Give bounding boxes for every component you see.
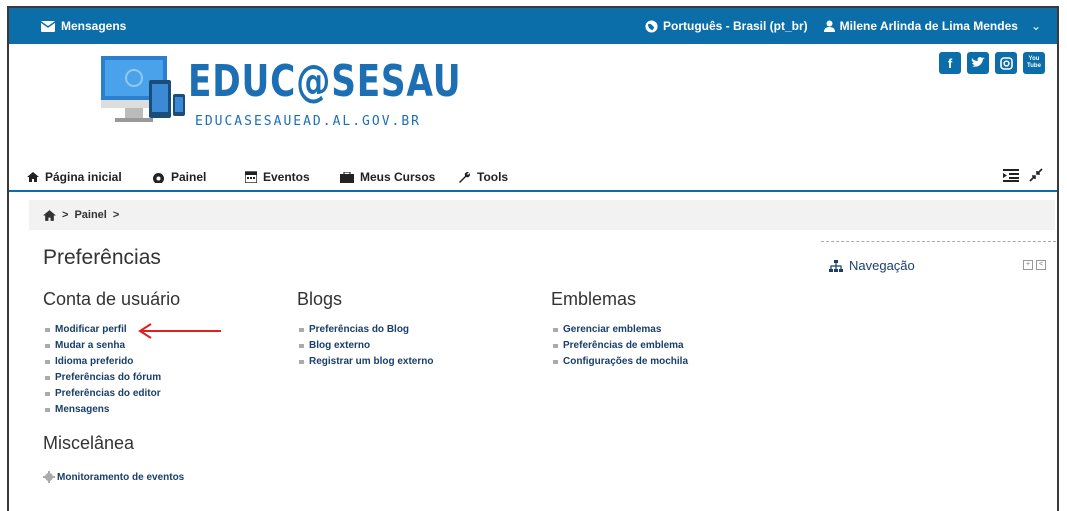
twitter-icon[interactable] [967, 52, 989, 74]
site-logo[interactable]: EDUC@SESAU EDUCASESAUEAD.AL.GOV.BR [97, 56, 461, 136]
language-selector[interactable]: Português - Brasil (pt_br) [645, 19, 808, 33]
link-messages[interactable]: Mensagens [45, 402, 161, 418]
link-preferred-language[interactable]: Idioma preferido [45, 354, 161, 370]
navigation-block-label: Navegação [849, 258, 915, 273]
breadcrumb-separator: > [62, 209, 69, 221]
chevron-down-icon: ⌄ [1030, 19, 1041, 33]
envelope-icon [41, 20, 55, 32]
globe-icon [645, 19, 658, 33]
top-bar: Mensagens Português - Brasil (pt_br) Mil… [9, 8, 1057, 44]
breadcrumb: > Painel > [29, 200, 1055, 230]
messages-label: Mensagens [61, 19, 127, 33]
calendar-icon [245, 171, 257, 183]
blog-links: Preferências do Blog Blog externo Regist… [299, 322, 433, 370]
link-change-password[interactable]: Mudar a senha [45, 338, 161, 354]
instagram-icon[interactable] [995, 52, 1017, 74]
navigation-block: Navegação + < [821, 241, 1056, 282]
nav-item-label: Tools [477, 170, 509, 184]
sitemap-icon [829, 259, 843, 272]
user-name: Milene Arlinda de Lima Mendes [839, 19, 1018, 33]
link-event-monitoring[interactable]: Monitoramento de eventos [43, 471, 184, 483]
youtube-label: You Tube [1027, 56, 1041, 69]
link-event-monitoring-label: Monitoramento de eventos [57, 471, 185, 483]
link-external-blog[interactable]: Blog externo [299, 338, 433, 354]
social-links: f You Tube [939, 52, 1045, 74]
link-manage-badges[interactable]: Gerenciar emblemas [553, 322, 688, 338]
navigation-block-title[interactable]: Navegação [829, 258, 915, 273]
user-icon [823, 20, 835, 32]
red-arrow-annotation [138, 323, 221, 339]
link-editor-preferences[interactable]: Preferências do editor [45, 386, 161, 402]
indent-icon[interactable] [1003, 168, 1019, 182]
messages-link[interactable]: Mensagens [41, 19, 126, 33]
section-title-blogs: Blogs [297, 289, 343, 309]
dock-block-icon[interactable]: + [1023, 260, 1033, 270]
nav-item-label: Meus Cursos [360, 170, 436, 184]
main-nav: Página inicial Painel Eventos Meus Curso… [9, 166, 1057, 190]
nav-divider [9, 190, 1057, 192]
link-badge-preferences[interactable]: Preferências de emblema [553, 338, 688, 354]
gear-icon [43, 471, 55, 483]
breadcrumb-item-dashboard[interactable]: Painel [74, 209, 106, 221]
logo-subtitle: EDUCASESAUEAD.AL.GOV.BR [195, 114, 422, 129]
nav-item-events[interactable]: Eventos [245, 170, 310, 184]
nav-item-home[interactable]: Página inicial [27, 170, 122, 184]
briefcase-icon [340, 171, 354, 183]
home-icon[interactable] [43, 209, 56, 221]
nav-item-label: Painel [171, 170, 207, 184]
wrench-icon [459, 172, 470, 183]
language-label: Português - Brasil (pt_br) [662, 19, 808, 33]
nav-item-label: Eventos [263, 170, 310, 184]
nav-item-my-courses[interactable]: Meus Cursos [340, 170, 435, 184]
computer-logo-icon [101, 56, 185, 122]
logo-title: EDUC@SESAU [188, 56, 462, 107]
section-title-account: Conta de usuário [43, 289, 181, 309]
nav-item-tools[interactable]: Tools [458, 170, 508, 184]
link-backpack-settings[interactable]: Configurações de mochila [553, 354, 688, 370]
breadcrumb-separator: > [112, 209, 120, 221]
badge-links: Gerenciar emblemas Preferências de emble… [553, 322, 688, 370]
facebook-icon[interactable]: f [939, 52, 961, 74]
browser-frame: Mensagens Português - Brasil (pt_br) Mil… [7, 6, 1059, 511]
user-menu[interactable]: Milene Arlinda de Lima Mendes ⌄ [823, 19, 1041, 33]
section-title-misc: Miscelânea [43, 433, 135, 453]
youtube-icon[interactable]: You Tube [1023, 52, 1045, 74]
dashboard-icon [153, 172, 164, 183]
page-title: Preferências [43, 246, 161, 269]
home-icon [27, 172, 39, 182]
section-title-badges: Emblemas [551, 289, 637, 309]
nav-item-dashboard[interactable]: Painel [152, 170, 206, 184]
link-forum-preferences[interactable]: Preferências do fórum [45, 370, 161, 386]
link-blog-preferences[interactable]: Preferências do Blog [299, 322, 433, 338]
link-register-external-blog[interactable]: Registrar um blog externo [299, 354, 433, 370]
collapse-icon[interactable] [1029, 168, 1043, 182]
nav-item-label: Página inicial [45, 170, 122, 184]
hide-block-icon[interactable]: < [1036, 260, 1046, 270]
